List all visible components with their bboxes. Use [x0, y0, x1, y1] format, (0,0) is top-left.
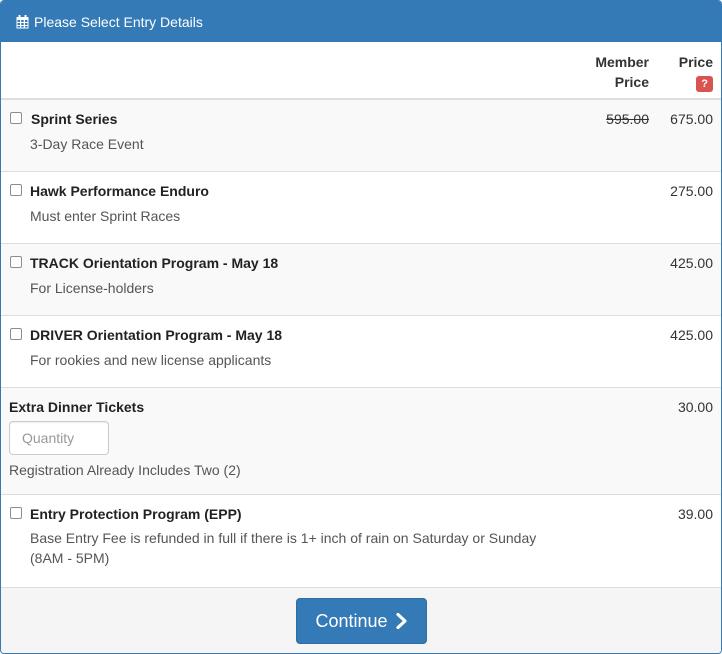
chevron-right-icon — [395, 612, 408, 630]
entry-row-epp: Entry Protection Program (EPP) Base Entr… — [1, 495, 721, 587]
entry-title: DRIVER Orientation Program - May 18 — [30, 327, 283, 343]
member-price-header-line1: Member — [595, 54, 649, 70]
entry-title: Sprint Series — [31, 111, 118, 127]
entry-price: 425.00 — [670, 327, 713, 343]
entry-subtitle: Base Entry Fee is refunded in full if th… — [30, 530, 537, 566]
entry-subtitle: Must enter Sprint Races — [30, 208, 181, 224]
entry-row-sprint-series: Sprint Series 3-Day Race Event 595.00 67… — [1, 100, 721, 172]
entry-title: Hawk Performance Enduro — [30, 183, 209, 199]
entry-row-extra-dinner: Extra Dinner Tickets Registration Alread… — [1, 388, 721, 495]
entry-title: TRACK Orientation Program - May 18 — [30, 255, 279, 271]
price-help-badge[interactable]: ? — [696, 76, 713, 92]
entry-subtitle: 3-Day Race Event — [30, 136, 144, 152]
entry-price: 425.00 — [670, 255, 713, 271]
entry-subtitle: For rookies and new license applicants — [30, 352, 272, 368]
entry-details-panel: Please Select Entry Details Member Price… — [0, 0, 722, 654]
member-price-header: Member Price — [595, 52, 649, 92]
extra-dinner-title: Extra Dinner Tickets — [9, 399, 145, 415]
epp-price: 39.00 — [677, 506, 713, 522]
price-header: Price ? — [679, 52, 713, 92]
member-price: 595.00 — [606, 111, 649, 127]
panel-title: Please Select Entry Details — [34, 13, 203, 30]
quantity-input[interactable] — [9, 421, 109, 455]
epp-checkbox[interactable] — [10, 507, 22, 519]
entry-subtitle: For License-holders — [30, 280, 154, 296]
entry-row-hawk-enduro: Hawk Performance Enduro Must enter Sprin… — [1, 172, 721, 244]
entry-price: 675.00 — [670, 111, 713, 127]
price-header-label: Price — [678, 54, 713, 70]
driver-orientation-checkbox[interactable] — [10, 328, 22, 340]
sprint-series-checkbox[interactable] — [10, 112, 22, 124]
extra-dinner-price: 30.00 — [677, 399, 713, 415]
table-header: Member Price Price ? — [1, 42, 721, 100]
track-orientation-checkbox[interactable] — [10, 256, 22, 268]
extra-dinner-note: Registration Already Includes Two (2) — [9, 462, 241, 478]
panel-footer: Continue — [1, 587, 721, 653]
calendar-icon — [16, 14, 29, 29]
hawk-enduro-checkbox[interactable] — [10, 184, 22, 196]
entry-title: Entry Protection Program (EPP) — [30, 506, 242, 522]
entry-row-driver-orientation: DRIVER Orientation Program - May 18 For … — [1, 316, 721, 388]
continue-button[interactable]: Continue — [296, 598, 427, 644]
entry-price: 275.00 — [670, 183, 713, 199]
entry-row-track-orientation: TRACK Orientation Program - May 18 For L… — [1, 244, 721, 316]
continue-button-label: Continue — [315, 610, 388, 631]
member-price-header-line2: Price — [614, 74, 649, 90]
panel-heading: Please Select Entry Details — [1, 1, 721, 42]
